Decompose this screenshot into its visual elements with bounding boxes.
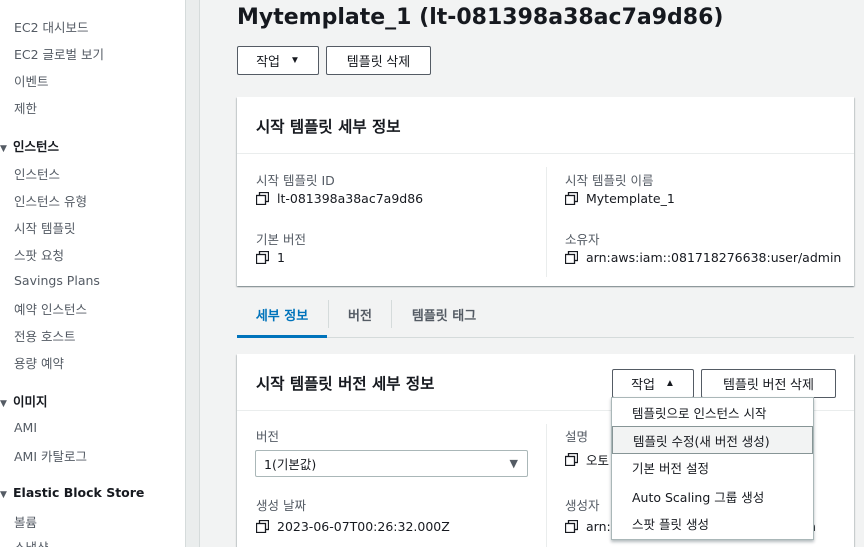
created-label: 생성 날짜 xyxy=(256,498,306,513)
template-name-text: Mytemplate_1 xyxy=(586,191,675,206)
creator-text: arn: xyxy=(586,519,611,534)
copy-icon[interactable] xyxy=(256,251,269,264)
created-value: 2023-06-07T00:26:32.000Z xyxy=(256,519,450,534)
sidebar-section-instances[interactable]: ▼ 인스턴스 xyxy=(0,136,59,155)
copy-icon[interactable] xyxy=(565,453,578,466)
copy-icon[interactable] xyxy=(565,251,578,264)
template-id-text: lt-081398a38ac7a9d86 xyxy=(277,191,424,206)
version-label: 버전 xyxy=(256,429,280,444)
description-text: 오토 xyxy=(586,453,610,468)
sidebar-section-images[interactable]: ▼ 이미지 xyxy=(0,391,48,410)
sidebar-item-snapshots[interactable]: 스냅샷 xyxy=(14,537,49,547)
sidebar-item-ami-catalog[interactable]: AMI 카탈로그 xyxy=(14,446,87,465)
panel-title: 시작 템플릿 세부 정보 xyxy=(256,118,401,136)
sidebar-section-ebs[interactable]: ▼ Elastic Block Store xyxy=(0,485,144,500)
creator-label: 생성자 xyxy=(565,498,600,513)
copy-icon[interactable] xyxy=(256,192,269,205)
template-name-label: 시작 템플릿 이름 xyxy=(565,173,654,188)
caret-down-icon: ▼ xyxy=(0,399,7,409)
template-details-panel: 시작 템플릿 세부 정보 시작 템플릿 ID lt-081398a38ac7a9… xyxy=(237,97,854,286)
caret-down-icon: ▼ xyxy=(0,144,7,154)
actions-button-label: 작업 xyxy=(631,377,655,392)
caret-down-icon: ▼ xyxy=(509,457,518,470)
sidebar-item-instances[interactable]: 인스턴스 xyxy=(14,164,60,183)
delete-version-button[interactable]: 템플릿 버전 삭제 xyxy=(701,369,836,398)
sidebar-item-limits[interactable]: 제한 xyxy=(14,98,37,117)
panel-header: 시작 템플릿 세부 정보 xyxy=(237,97,854,154)
column-divider xyxy=(546,424,547,547)
sidebar-item-savings-plans[interactable]: Savings Plans xyxy=(14,273,100,288)
menu-item-modify-template[interactable]: 템플릿 수정(새 버전 생성) xyxy=(612,426,813,454)
caret-down-icon: ▼ xyxy=(290,55,300,66)
menu-item-create-spot-fleet[interactable]: 스팟 플릿 생성 xyxy=(612,509,813,537)
default-version-text: 1 xyxy=(277,250,285,265)
caret-up-icon: ▲ xyxy=(665,378,675,389)
sidebar-section-label: Elastic Block Store xyxy=(13,485,145,500)
sidebar-item-dedicated-hosts[interactable]: 전용 호스트 xyxy=(14,326,75,345)
created-text: 2023-06-07T00:26:32.000Z xyxy=(277,519,450,534)
sidebar-item-events[interactable]: 이벤트 xyxy=(14,71,49,90)
sidebar-section-label: 인스턴스 xyxy=(13,139,60,154)
owner-text: arn:aws:iam::081718276638:user/admin xyxy=(586,250,842,265)
column-divider xyxy=(546,167,547,277)
copy-icon[interactable] xyxy=(565,520,578,533)
default-version-value: 1 xyxy=(256,250,285,265)
sidebar-item-spot-requests[interactable]: 스팟 요청 xyxy=(14,245,64,264)
copy-icon[interactable] xyxy=(565,192,578,205)
description-value: 오토 xyxy=(565,450,609,469)
active-tab-indicator xyxy=(237,335,327,338)
sidebar: EC2 대시보드 EC2 글로벌 보기 이벤트 제한 ▼ 인스턴스 인스턴스 인스… xyxy=(0,0,186,547)
owner-label: 소유자 xyxy=(565,232,600,247)
template-name-value: Mytemplate_1 xyxy=(565,191,675,206)
delete-template-button[interactable]: 템플릿 삭제 xyxy=(326,46,431,75)
sidebar-item-reserved-instances[interactable]: 예약 인스턴스 xyxy=(14,299,87,318)
panel-title: 시작 템플릿 버전 세부 정보 xyxy=(256,375,435,393)
menu-item-launch-instance-from-template[interactable]: 템플릿으로 인스턴스 시작 xyxy=(612,398,813,426)
menu-item-set-default-version[interactable]: 기본 버전 설정 xyxy=(612,453,813,481)
sidebar-item-ec2-dashboard[interactable]: EC2 대시보드 xyxy=(14,17,89,36)
default-version-label: 기본 버전 xyxy=(256,232,306,247)
sidebar-scrollbar[interactable] xyxy=(186,0,200,547)
copy-icon[interactable] xyxy=(256,520,269,533)
description-label: 설명 xyxy=(565,429,589,444)
template-id-label: 시작 템플릿 ID xyxy=(256,173,335,188)
version-select[interactable]: 1(기본값) ▼ xyxy=(255,450,528,477)
actions-button-label: 작업 xyxy=(256,54,280,69)
menu-item-create-auto-scaling-group[interactable]: Auto Scaling 그룹 생성 xyxy=(612,482,813,510)
tab-details[interactable]: 세부 정보 xyxy=(237,295,327,333)
sidebar-item-launch-templates[interactable]: 시작 템플릿 xyxy=(14,218,75,237)
sidebar-item-instance-types[interactable]: 인스턴스 유형 xyxy=(14,191,87,210)
tab-versions[interactable]: 버전 xyxy=(329,295,391,333)
creator-value: arn: xyxy=(565,519,611,534)
page-title: Mytemplate_1 (lt-081398a38ac7a9d86) xyxy=(237,5,724,30)
sidebar-item-ec2-global-view[interactable]: EC2 글로벌 보기 xyxy=(14,44,104,63)
sidebar-item-volumes[interactable]: 볼륨 xyxy=(14,512,37,531)
sidebar-item-capacity-reservations[interactable]: 용량 예약 xyxy=(14,353,64,372)
caret-down-icon: ▼ xyxy=(0,490,7,500)
template-id-value: lt-081398a38ac7a9d86 xyxy=(256,191,423,206)
actions-dropdown-menu: 템플릿으로 인스턴스 시작 템플릿 수정(새 버전 생성) 기본 버전 설정 A… xyxy=(611,397,814,540)
tabs-baseline xyxy=(237,337,854,338)
version-actions-button[interactable]: 작업 ▲ xyxy=(612,369,694,398)
sidebar-section-label: 이미지 xyxy=(13,394,48,409)
owner-value: arn:aws:iam::081718276638:user/admin xyxy=(565,250,841,265)
tab-template-tags[interactable]: 템플릿 태그 xyxy=(392,295,496,333)
actions-button[interactable]: 작업 ▼ xyxy=(237,46,319,75)
sidebar-item-ami[interactable]: AMI xyxy=(14,420,37,435)
version-select-value: 1(기본값) xyxy=(264,457,317,472)
